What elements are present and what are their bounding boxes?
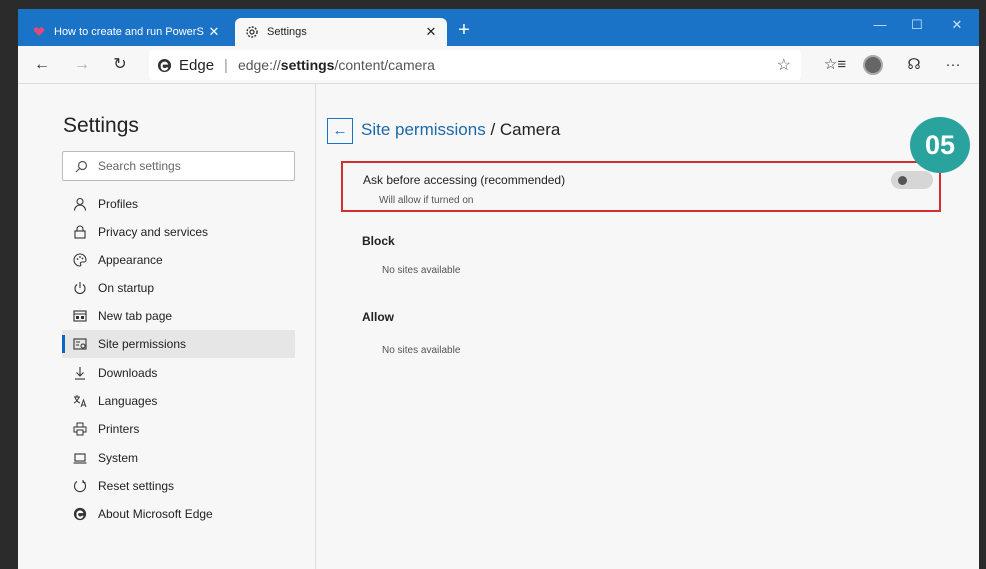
sidebar-item-system[interactable]: System	[62, 444, 295, 472]
sidebar-item-label: About Microsoft Edge	[98, 507, 213, 521]
site-identity[interactable]: Edge	[157, 57, 214, 74]
ask-before-accessing-toggle[interactable]	[891, 171, 933, 189]
site-permissions-icon	[72, 336, 88, 352]
languages-icon	[72, 393, 88, 409]
download-icon	[72, 365, 88, 381]
ask-before-accessing-description: Will allow if turned on	[379, 195, 474, 206]
breadcrumb: Site permissions / Camera	[361, 120, 560, 140]
address-separator: |	[224, 56, 228, 74]
allow-empty-text: No sites available	[382, 345, 461, 356]
step-number-badge: 05	[910, 117, 970, 173]
title-bar: How to create and run PowerShe ✕ Setting…	[18, 9, 979, 46]
main-panel: ← Site permissions / Camera Ask before a…	[317, 84, 979, 569]
maximize-button[interactable]: ☐	[902, 15, 932, 35]
back-arrow-button[interactable]: ←	[327, 118, 353, 144]
block-heading: Block	[362, 234, 395, 248]
tab-title: Settings	[267, 26, 307, 38]
site-name: Edge	[179, 56, 215, 74]
sidebar-item-label: Site permissions	[98, 337, 187, 351]
block-empty-text: No sites available	[382, 265, 461, 276]
sidebar-item-label: On startup	[98, 281, 155, 295]
edge-logo-icon	[157, 58, 172, 72]
refresh-button[interactable]: ↻	[108, 53, 132, 77]
forward-button[interactable]: →	[70, 53, 94, 77]
sidebar-item-profiles[interactable]: Profiles	[62, 190, 295, 218]
tab-powershell[interactable]: How to create and run PowerShe ✕	[24, 18, 230, 46]
gear-icon	[245, 25, 259, 39]
edge-logo-icon	[72, 506, 88, 522]
laptop-icon	[72, 450, 88, 466]
url-path: /content/camera	[334, 57, 435, 73]
palette-icon	[72, 252, 88, 268]
feedback-icon[interactable]: ☊	[902, 53, 926, 77]
ask-before-accessing-row: Ask before accessing (recommended) Will …	[341, 161, 941, 212]
browser-window: How to create and run PowerShe ✕ Setting…	[18, 9, 979, 569]
new-tab-page-icon	[72, 308, 88, 324]
url-host: settings	[280, 57, 335, 73]
sidebar-item-on-startup[interactable]: On startup	[62, 274, 295, 302]
sidebar-item-label: Languages	[98, 394, 158, 408]
new-tab-button[interactable]: +	[452, 19, 476, 43]
tab-close-icon[interactable]: ✕	[421, 24, 441, 40]
sidebar-item-label: New tab page	[98, 309, 173, 323]
favorite-star-icon[interactable]: ☆	[777, 55, 791, 75]
url-prefix: edge://	[237, 57, 281, 73]
sidebar-item-about-edge[interactable]: About Microsoft Edge	[62, 500, 295, 528]
breadcrumb-separator: /	[485, 120, 500, 139]
sidebar-item-appearance[interactable]: Appearance	[62, 246, 295, 274]
sidebar-item-downloads[interactable]: Downloads	[62, 359, 295, 387]
site-favicon-icon	[32, 25, 46, 39]
tab-settings[interactable]: Settings ✕	[235, 18, 447, 46]
close-window-button[interactable]: ✕	[942, 15, 972, 35]
page-content: Settings Search settings Profiles Privac…	[18, 84, 979, 569]
allow-heading: Allow	[362, 310, 394, 324]
minimize-button[interactable]: —	[865, 15, 895, 35]
more-menu-icon[interactable]: ···	[941, 53, 965, 77]
printer-icon	[72, 421, 88, 437]
sidebar-item-label: Downloads	[98, 366, 158, 380]
sidebar-item-site-permissions[interactable]: Site permissions	[62, 330, 295, 358]
sidebar-item-languages[interactable]: Languages	[62, 387, 295, 415]
collections-icon[interactable]: ☆≡	[823, 53, 847, 77]
sidebar-item-label: Printers	[98, 422, 140, 436]
search-placeholder: Search settings	[98, 159, 181, 173]
address-bar[interactable]: Edge | edge://settings/content/camera ☆	[149, 50, 801, 80]
avatar[interactable]	[863, 55, 883, 75]
toggle-knob	[898, 176, 907, 185]
profile-icon	[72, 196, 88, 212]
sidebar-item-label: System	[98, 451, 139, 465]
back-button[interactable]: ←	[30, 53, 54, 77]
reset-icon	[72, 478, 88, 494]
sidebar-item-new-tab-page[interactable]: New tab page	[62, 302, 295, 330]
page-title: Settings	[63, 114, 139, 137]
breadcrumb-site-permissions-link[interactable]: Site permissions	[361, 120, 486, 139]
sidebar-item-printers[interactable]: Printers	[62, 415, 295, 443]
address-toolbar: ← → ↻ Edge | edge://settings/content/cam…	[18, 46, 979, 84]
tab-close-icon[interactable]: ✕	[204, 24, 224, 40]
tab-title: How to create and run PowerShe	[54, 26, 204, 38]
sidebar-item-reset-settings[interactable]: Reset settings	[62, 472, 295, 500]
breadcrumb-current: Camera	[499, 120, 561, 139]
sidebar-item-label: Privacy and services	[98, 225, 209, 239]
power-icon	[72, 280, 88, 296]
sidebar-item-privacy[interactable]: Privacy and services	[62, 218, 295, 246]
search-input[interactable]: Search settings	[62, 151, 295, 181]
sidebar-item-label: Reset settings	[98, 479, 175, 493]
settings-sidebar: Settings Search settings Profiles Privac…	[18, 84, 316, 569]
search-icon	[75, 160, 88, 172]
lock-icon	[72, 224, 88, 240]
sidebar-item-label: Appearance	[98, 253, 163, 267]
sidebar-item-label: Profiles	[98, 197, 139, 211]
ask-before-accessing-label: Ask before accessing (recommended)	[363, 173, 566, 187]
